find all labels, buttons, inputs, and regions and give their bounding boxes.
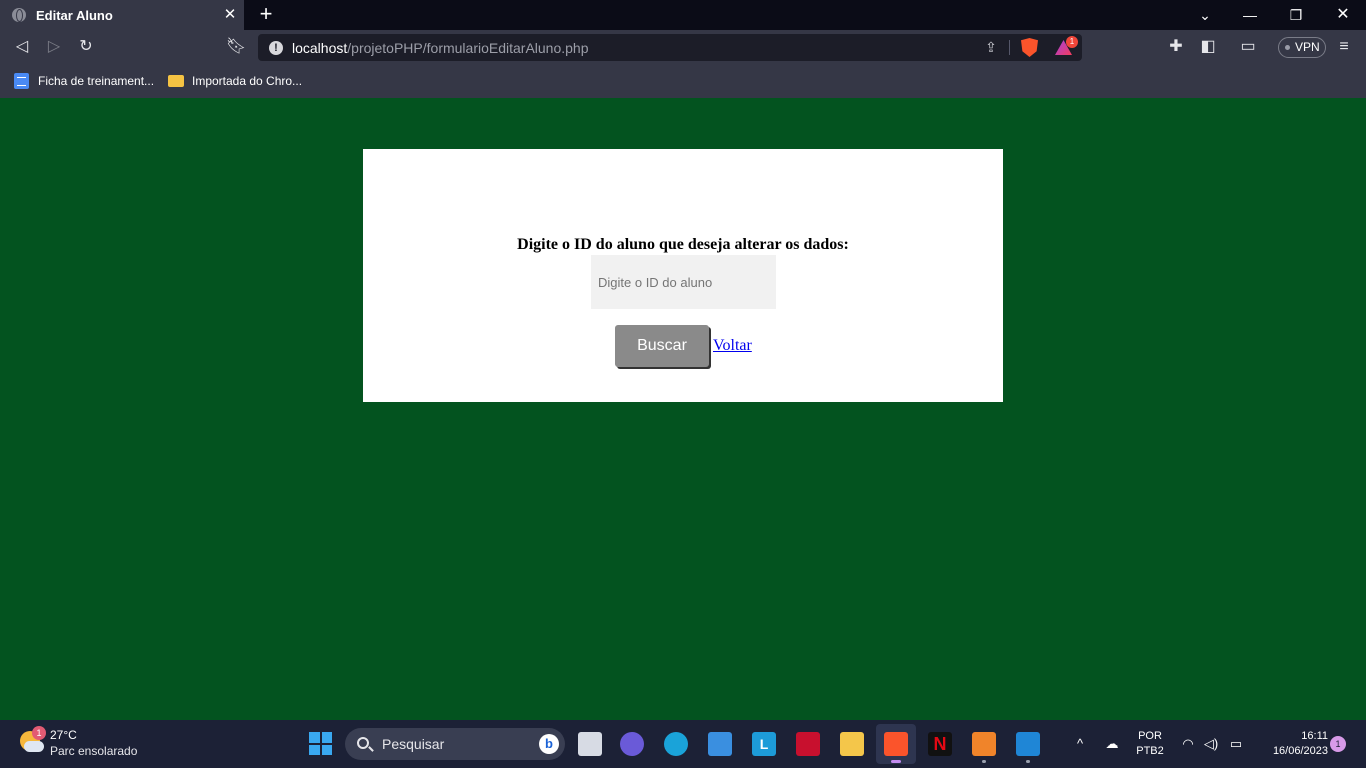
weather-temperature[interactable]: 27°C xyxy=(50,728,77,742)
voltar-link[interactable]: Voltar xyxy=(713,337,752,355)
bookmark-label: Importada do Chro... xyxy=(192,74,303,88)
browser-toolbar: ◁ ▷ ↻ 🔖︎ ! localhost /projetoPHP/formula… xyxy=(0,30,1366,65)
file-explorer-icon[interactable] xyxy=(840,732,864,756)
tab-strip: Editar Aluno ✕ + ⌄ — ❐ ✕ xyxy=(0,0,1366,30)
tab-search-chevron-icon[interactable]: ⌄ xyxy=(1193,4,1217,26)
close-icon[interactable]: ✕ xyxy=(222,7,238,23)
weather-description[interactable]: Parc ensolarado xyxy=(50,744,137,758)
clock-time: 16:11 xyxy=(1301,730,1328,742)
brave-shields-icon[interactable] xyxy=(1021,38,1038,57)
menu-icon[interactable]: ≡ xyxy=(1333,36,1355,58)
search-label: Pesquisar xyxy=(382,736,445,752)
address-separator xyxy=(1009,40,1010,55)
bookmarks-bar: Ficha de treinament... Importada do Chro… xyxy=(0,65,1366,98)
wallet-icon[interactable]: ▭ xyxy=(1237,36,1259,58)
keyboard-layout: PTB2 xyxy=(1136,745,1164,757)
language-code: POR xyxy=(1138,730,1162,742)
reload-icon[interactable]: ↻ xyxy=(75,36,97,58)
sidebar-icon[interactable]: ◧ xyxy=(1197,36,1219,58)
task-view-icon[interactable] xyxy=(578,732,602,756)
tab-editar-aluno[interactable]: Editar Aluno ✕ xyxy=(0,0,244,30)
url-host: localhost xyxy=(292,39,348,56)
share-icon[interactable]: ⇪ xyxy=(981,37,1001,57)
l-app-icon[interactable]: L xyxy=(752,732,776,756)
address-bar[interactable]: ! localhost /projetoPHP/formularioEditar… xyxy=(258,34,1082,61)
document-icon xyxy=(14,73,29,89)
vpn-button[interactable]: VPN xyxy=(1278,37,1326,58)
brave-browser-icon[interactable] xyxy=(884,732,908,763)
rewards-badge: 1 xyxy=(1066,36,1078,48)
cloud-icon xyxy=(24,741,44,752)
bookmark-label: Ficha de treinament... xyxy=(38,74,155,88)
battery-icon[interactable]: ▭ xyxy=(1225,734,1247,754)
new-tab-button[interactable]: + xyxy=(256,3,276,25)
bing-icon[interactable]: b xyxy=(539,734,559,754)
bookmark-ficha-de-treinamento[interactable]: Ficha de treinament... xyxy=(14,72,154,90)
form-prompt: Digite o ID do aluno que deseja alterar … xyxy=(517,236,849,253)
tray-chevron-up-icon[interactable]: ^ xyxy=(1070,734,1090,754)
globe-icon xyxy=(12,8,26,22)
edit-student-form-card: Digite o ID do aluno que deseja alterar … xyxy=(363,149,1003,402)
weather-widget-icon[interactable]: 1 xyxy=(18,726,46,755)
site-info-icon[interactable]: ! xyxy=(269,40,283,55)
tab-title: Editar Aluno xyxy=(36,7,113,23)
taskbar-search-box[interactable]: Pesquisar b xyxy=(345,728,565,760)
windows-taskbar: 1 27°C Parc ensolarado Pesquisar b L N ^… xyxy=(0,720,1366,768)
url-path: /projetoPHP/formularioEditarAluno.php xyxy=(347,39,589,56)
clock[interactable]: 16:11 16/06/2023 xyxy=(1256,729,1328,759)
mcafee-icon[interactable] xyxy=(796,732,820,756)
forward-icon[interactable]: ▷ xyxy=(43,36,65,58)
onedrive-cloud-icon[interactable]: ☁ xyxy=(1100,734,1124,754)
xampp-icon[interactable] xyxy=(972,732,996,763)
restore-icon[interactable]: ❐ xyxy=(1284,4,1308,26)
wifi-icon[interactable]: ◠ xyxy=(1178,734,1198,754)
clock-date: 16/06/2023 xyxy=(1272,745,1328,757)
extensions-icon[interactable]: ✚ xyxy=(1165,36,1187,58)
search-icon xyxy=(357,737,369,749)
folder-icon xyxy=(168,75,184,87)
edge-icon[interactable] xyxy=(664,732,688,756)
student-id-input[interactable] xyxy=(591,255,776,309)
teams-chat-icon[interactable] xyxy=(620,732,644,756)
window-close-icon[interactable]: ✕ xyxy=(1331,4,1355,26)
vscode-icon[interactable] xyxy=(1016,732,1040,763)
volume-icon[interactable]: ◁) xyxy=(1201,734,1221,754)
microsoft-store-icon[interactable] xyxy=(708,732,732,756)
notification-badge[interactable]: 1 xyxy=(1330,736,1346,752)
windows-start-icon[interactable] xyxy=(309,732,332,755)
minimize-icon[interactable]: — xyxy=(1238,4,1262,26)
netflix-icon[interactable]: N xyxy=(928,732,952,756)
back-icon[interactable]: ◁ xyxy=(11,36,33,58)
language-indicator[interactable]: POR PTB2 xyxy=(1134,729,1166,759)
buscar-button[interactable]: Buscar xyxy=(615,325,709,367)
bookmark-icon[interactable]: 🔖︎ xyxy=(225,36,247,58)
weather-badge: 1 xyxy=(32,726,46,740)
bookmark-importada-do-chrome[interactable]: Importada do Chro... xyxy=(168,72,302,90)
